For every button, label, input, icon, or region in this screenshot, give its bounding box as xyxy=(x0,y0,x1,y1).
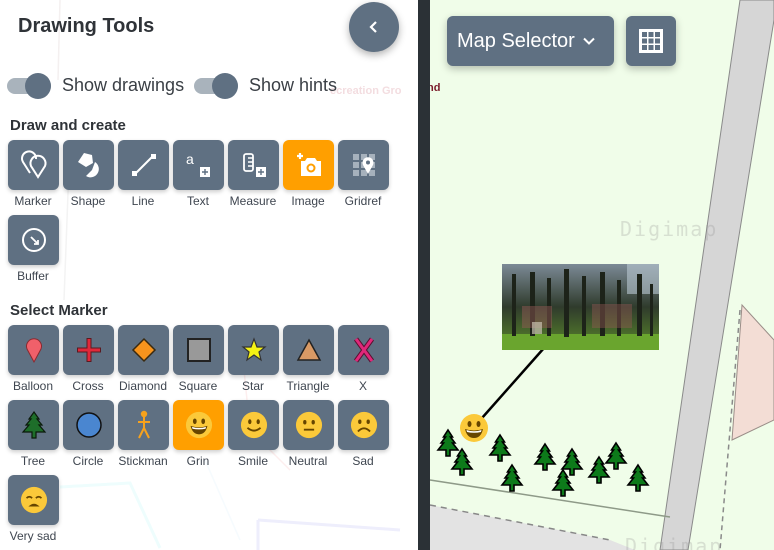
balloon-icon xyxy=(25,338,42,364)
gridref-icon xyxy=(352,154,375,176)
tool-buffer[interactable]: Buffer xyxy=(8,215,59,283)
very-sad-emoji-icon xyxy=(20,486,47,514)
show-hints-toggle[interactable]: Show hints xyxy=(194,73,338,99)
chevron-left-icon xyxy=(369,21,377,33)
sad-emoji-icon xyxy=(350,411,377,439)
grin-marker-on-map[interactable] xyxy=(459,413,489,443)
tree-marker[interactable] xyxy=(488,433,512,462)
smile-emoji-icon xyxy=(240,411,267,439)
tool-marker[interactable]: Marker xyxy=(8,140,59,208)
square-icon xyxy=(186,338,211,362)
chevron-down-icon xyxy=(583,37,595,45)
marker-label: X xyxy=(358,379,367,393)
toggle-switch[interactable] xyxy=(7,73,53,99)
marker-balloon[interactable]: Balloon xyxy=(8,325,59,393)
tool-label: Buffer xyxy=(17,269,49,283)
grid-button[interactable] xyxy=(626,16,676,66)
tree-marker[interactable] xyxy=(436,428,460,457)
toggle-label: Show hints xyxy=(249,74,338,95)
show-drawings-toggle[interactable]: Show drawings xyxy=(7,73,185,99)
marker-stickman[interactable]: Stickman xyxy=(118,400,169,468)
draw-section-title: Draw and create xyxy=(10,117,126,134)
star-icon xyxy=(240,337,267,362)
tool-image[interactable]: Image xyxy=(283,140,334,208)
collapse-panel-button[interactable] xyxy=(349,2,399,52)
tool-label: Gridref xyxy=(344,194,382,208)
line-icon xyxy=(131,154,156,176)
tree-marker[interactable] xyxy=(626,463,650,492)
tool-shape[interactable]: Shape xyxy=(63,140,114,208)
marker-section-title: Select Marker xyxy=(10,302,108,319)
svg-text:ecreation Gro: ecreation Gro xyxy=(330,85,402,97)
marker-neutral[interactable]: Neutral xyxy=(283,400,334,468)
marker-x[interactable]: X xyxy=(338,325,389,393)
marker-square[interactable]: Square xyxy=(173,325,224,393)
marker-label: Very sad xyxy=(9,529,57,543)
marker-sad[interactable]: Sad xyxy=(338,400,389,468)
map-selector-label: Map Selector xyxy=(457,29,575,52)
marker-smile[interactable]: Smile xyxy=(228,400,279,468)
panel-divider[interactable] xyxy=(418,0,430,550)
tool-measure[interactable]: Measure xyxy=(228,140,279,208)
tool-gridref[interactable]: Gridref xyxy=(338,140,389,208)
text-icon: a xyxy=(186,151,210,177)
diamond-icon xyxy=(131,337,156,363)
triangle-icon xyxy=(296,338,321,361)
shape-icon xyxy=(77,153,99,178)
marker-icon xyxy=(20,150,46,179)
tree-marker[interactable] xyxy=(533,442,557,471)
circle-icon xyxy=(75,412,102,438)
tree-icon xyxy=(21,410,46,439)
image-marker[interactable] xyxy=(502,264,659,350)
toggle-switch[interactable] xyxy=(194,73,240,99)
marker-star[interactable]: Star xyxy=(228,325,279,393)
grin-emoji-icon xyxy=(185,411,212,439)
cross-icon xyxy=(76,338,101,362)
marker-very-sad[interactable]: Very sad xyxy=(8,475,59,543)
marker-tree[interactable]: Tree xyxy=(8,400,59,468)
marker-label: Sad xyxy=(352,454,374,468)
tool-line[interactable]: Line xyxy=(118,140,169,208)
stickman-icon xyxy=(137,410,150,439)
panel-title: Drawing Tools xyxy=(18,15,155,37)
grin-emoji-icon xyxy=(460,414,488,442)
tree-marker[interactable] xyxy=(450,447,474,476)
marker-grin[interactable]: Grin xyxy=(173,400,224,468)
marker-cross[interactable]: Cross xyxy=(63,325,114,393)
tree-marker[interactable] xyxy=(500,463,524,492)
tree-marker[interactable] xyxy=(587,455,611,484)
tree-marker[interactable] xyxy=(560,447,584,476)
buffer-icon xyxy=(21,228,46,252)
grid-icon xyxy=(639,29,663,53)
marker-circle[interactable]: Circle xyxy=(63,400,114,468)
marker-triangle[interactable]: Triangle xyxy=(283,325,334,393)
neutral-emoji-icon xyxy=(295,411,322,439)
tool-text[interactable]: a Text xyxy=(173,140,224,208)
add-photo-icon xyxy=(296,153,321,176)
drawing-tools-panel: ecreation Gro Drawing Tools Show drawing… xyxy=(0,0,418,550)
toggle-label: Show drawings xyxy=(62,74,185,95)
x-icon xyxy=(353,337,374,363)
measure-icon xyxy=(242,153,266,177)
marker-diamond[interactable]: Diamond xyxy=(118,325,169,393)
map-selector-dropdown[interactable]: Map Selector xyxy=(447,16,614,66)
tree-marker[interactable] xyxy=(604,441,628,470)
svg-text:a: a xyxy=(186,151,194,167)
